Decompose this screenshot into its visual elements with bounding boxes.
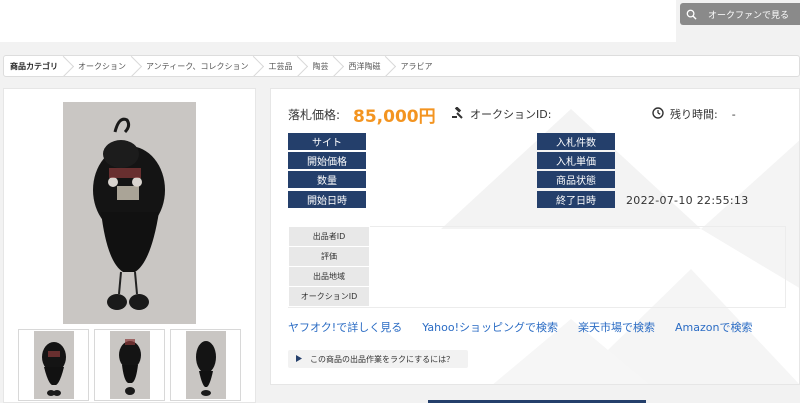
main-product-image[interactable] (63, 102, 196, 324)
gavel-icon (452, 105, 464, 122)
end-date-value: 2022-07-10 22:55:13 (626, 194, 749, 207)
link-rakuten-search[interactable]: 楽天市場で検索 (578, 319, 655, 335)
auction-info-panel: 落札価格: 85,000円 オークションID: 残り時間: - サイト 開始価格… (270, 88, 800, 385)
breadcrumb-antique-collection[interactable]: アンティーク、コレクション (138, 56, 260, 76)
remaining-time-field: 残り時間: - (652, 106, 736, 122)
label-end-date: 終了日時 (537, 191, 615, 208)
breadcrumb-western-porcelain[interactable]: 西洋陶磁 (340, 56, 392, 76)
breadcrumb-crafts[interactable]: 工芸品 (260, 56, 304, 76)
label-item-condition: 商品状態 (537, 171, 615, 188)
seller-id-label: 出品者ID (288, 226, 370, 247)
seller-rating-label: 評価 (288, 246, 370, 267)
thumbnail-3[interactable] (170, 329, 241, 401)
label-quantity: 数量 (288, 171, 366, 188)
header-area (0, 0, 676, 42)
link-yahoo-auction-detail[interactable]: ヤフオク!で詳しく見る (288, 319, 402, 335)
link-yahoo-shopping-search[interactable]: Yahoo!ショッピングで検索 (422, 319, 558, 335)
breadcrumb-category-root[interactable]: 商品カテゴリ (4, 56, 70, 76)
remaining-time-label: 残り時間: (670, 108, 718, 121)
link-amazon-search[interactable]: Amazonで検索 (675, 319, 752, 335)
label-site: サイト (288, 133, 366, 150)
clock-icon (652, 106, 664, 122)
aucfan-view-button[interactable]: オークファンで見る (680, 3, 800, 25)
price-value: 85,000円 (353, 107, 436, 127)
label-start-price: 開始価格 (288, 152, 366, 169)
seller-region-label: 出品地域 (288, 266, 370, 287)
label-bid-unit-price: 入札単価 (537, 152, 615, 169)
listing-tip-text: この商品の出品作業をラクにするには？ (310, 354, 455, 364)
search-links: ヤフオク!で詳しく見る Yahoo!ショッピングで検索 楽天市場で検索 Amaz… (288, 319, 752, 335)
image-panel (3, 88, 256, 403)
seller-auction-id-label: オークションID (288, 286, 370, 307)
auction-id-label: オークションID: (470, 108, 552, 121)
triangle-right-icon (296, 354, 302, 364)
label-start-date: 開始日時 (288, 191, 366, 208)
breadcrumb-ceramics[interactable]: 陶芸 (304, 56, 340, 76)
thumbnail-row (18, 329, 241, 401)
label-bid-count: 入札件数 (537, 133, 615, 150)
seller-info-table: 出品者ID 評価 出品地域 オークションID (288, 226, 370, 307)
thumbnail-1[interactable] (18, 329, 89, 401)
aucfan-view-label: オークファンで見る (708, 10, 790, 21)
breadcrumb: 商品カテゴリ オークション アンティーク、コレクション 工芸品 陶芸 西洋陶磁 … (3, 55, 800, 77)
breadcrumb-arabia[interactable]: アラビア (392, 56, 444, 76)
remaining-time-value: - (731, 107, 736, 121)
search-icon (680, 9, 702, 20)
price-label: 落札価格: (288, 108, 341, 122)
breadcrumb-auction[interactable]: オークション (70, 56, 138, 76)
thumbnail-2[interactable] (94, 329, 165, 401)
listing-tip-toggle[interactable]: この商品の出品作業をラクにするには？ (288, 350, 468, 368)
auction-id-field: オークションID: (452, 105, 552, 122)
